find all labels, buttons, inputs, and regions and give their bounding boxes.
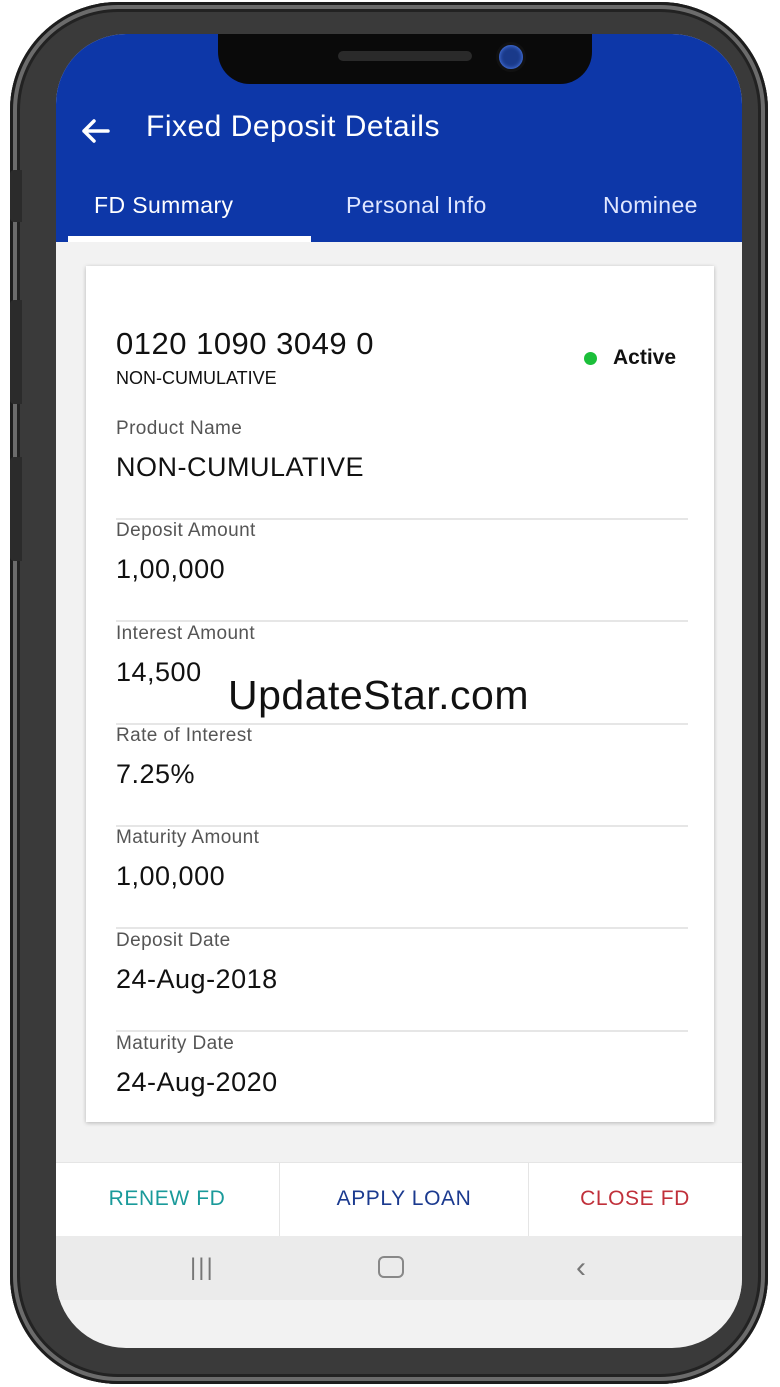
system-nav-bar: ||| ‹ <box>56 1236 742 1300</box>
volume-up-button <box>10 300 22 404</box>
tab-fd-summary[interactable]: FD Summary <box>94 192 233 219</box>
volume-down-button <box>10 457 22 561</box>
nav-back-icon[interactable]: ‹ <box>576 1236 586 1300</box>
field-label: Maturity Amount <box>116 827 260 848</box>
field-value: 24-Aug-2018 <box>116 964 278 994</box>
status-badge: Active <box>584 346 676 370</box>
account-number: 0120 1090 3049 0 <box>116 326 374 361</box>
close-fd-button[interactable]: CLOSE FD <box>528 1163 742 1237</box>
divider <box>116 620 688 622</box>
divider <box>116 927 688 929</box>
speaker-grille <box>338 51 472 61</box>
field-value: 24-Aug-2020 <box>116 1067 278 1097</box>
divider <box>116 1030 688 1032</box>
field-label: Interest Amount <box>116 623 256 644</box>
recent-apps-icon[interactable]: ||| <box>190 1236 215 1300</box>
field-deposit-amount: Deposit Amount 1,00,000 <box>116 520 688 622</box>
home-icon[interactable] <box>378 1256 404 1278</box>
camera-notch <box>218 34 592 84</box>
tab-nominee[interactable]: Nominee <box>603 192 698 219</box>
field-deposit-date: Deposit Date 24-Aug-2018 <box>116 930 688 1032</box>
field-rate-of-interest: Rate of Interest 7.25% <box>116 725 688 827</box>
renew-fd-button[interactable]: RENEW FD <box>56 1163 278 1237</box>
field-label: Product Name <box>116 418 243 439</box>
watermark-text: UpdateStar.com <box>228 672 529 718</box>
field-value: 7.25% <box>116 759 196 789</box>
apply-loan-button[interactable]: APPLY LOAN <box>279 1163 529 1237</box>
field-label: Maturity Date <box>116 1033 235 1054</box>
side-button-top <box>10 170 22 222</box>
field-label: Rate of Interest <box>116 725 253 746</box>
field-maturity-amount: Maturity Amount 1,00,000 <box>116 827 688 929</box>
page-title: Fixed Deposit Details <box>146 110 440 143</box>
field-value: NON-CUMULATIVE <box>116 452 365 482</box>
action-bar: RENEW FD APPLY LOAN CLOSE FD <box>56 1162 742 1237</box>
field-maturity-date: Maturity Date 24-Aug-2020 <box>116 1033 688 1098</box>
status-text: Active <box>613 346 677 369</box>
account-type: NON-CUMULATIVE <box>116 368 277 388</box>
tab-personal-info[interactable]: Personal Info <box>346 192 487 219</box>
field-value: 1,00,000 <box>116 554 226 584</box>
field-value: 1,00,000 <box>116 861 226 891</box>
field-product-name: Product Name NON-CUMULATIVE <box>116 418 688 520</box>
arrow-left-icon[interactable] <box>78 114 118 154</box>
app-bar: Fixed Deposit Details FD Summary Persona… <box>56 34 742 242</box>
status-dot-icon <box>584 351 597 365</box>
active-tab-indicator <box>68 236 311 242</box>
field-label: Deposit Amount <box>116 520 256 541</box>
field-label: Deposit Date <box>116 930 231 951</box>
front-camera-icon <box>499 45 523 69</box>
